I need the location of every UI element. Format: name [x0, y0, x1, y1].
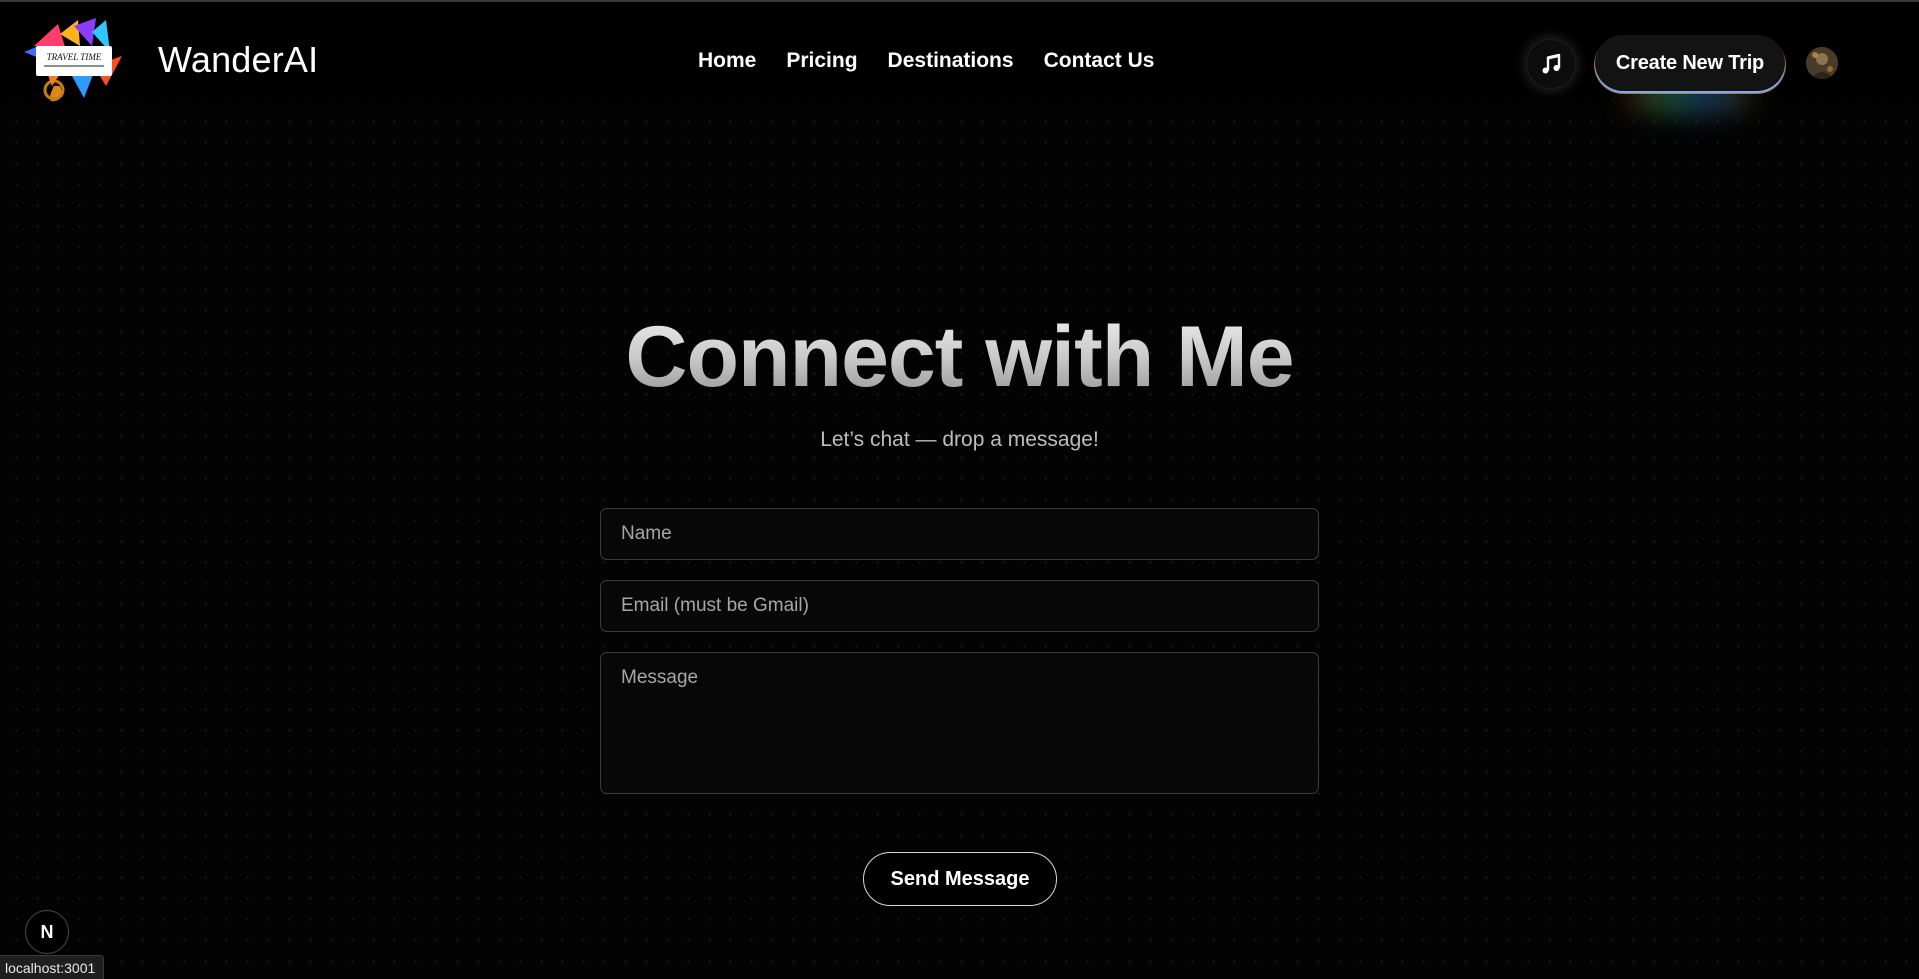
site-header: TRAVEL TIME WanderAI Home Pricing Destin…: [0, 2, 1919, 120]
create-trip-wrapper: Create New Trip: [1595, 35, 1785, 113]
nextjs-dev-badge[interactable]: N: [25, 910, 69, 954]
email-input[interactable]: [600, 580, 1319, 632]
name-input[interactable]: [600, 508, 1319, 560]
nav-pricing[interactable]: Pricing: [786, 49, 857, 73]
music-toggle-button[interactable]: [1526, 39, 1576, 89]
nextjs-logo-icon: N: [41, 922, 54, 942]
avatar-image-icon: [1806, 47, 1838, 79]
page-title: Connect with Me: [0, 308, 1919, 407]
svg-text:N: N: [41, 922, 54, 942]
message-textarea[interactable]: [600, 652, 1319, 794]
nav-contact-us[interactable]: Contact Us: [1044, 49, 1155, 73]
main-nav: Home Pricing Destinations Contact Us: [698, 49, 1154, 73]
browser-status-url: localhost:3001: [0, 955, 105, 979]
logo-text: TRAVEL TIME: [47, 52, 102, 62]
create-new-trip-button[interactable]: Create New Trip: [1595, 35, 1785, 91]
send-message-button[interactable]: Send Message: [863, 852, 1057, 906]
brand-name[interactable]: WanderAI: [158, 39, 318, 81]
music-note-icon: [1542, 53, 1561, 74]
nav-destinations[interactable]: Destinations: [888, 49, 1014, 73]
nav-home[interactable]: Home: [698, 49, 756, 73]
user-avatar[interactable]: [1806, 47, 1838, 79]
travel-time-logo-icon[interactable]: TRAVEL TIME: [14, 16, 132, 106]
page-subtitle: Let’s chat — drop a message!: [820, 428, 1099, 451]
